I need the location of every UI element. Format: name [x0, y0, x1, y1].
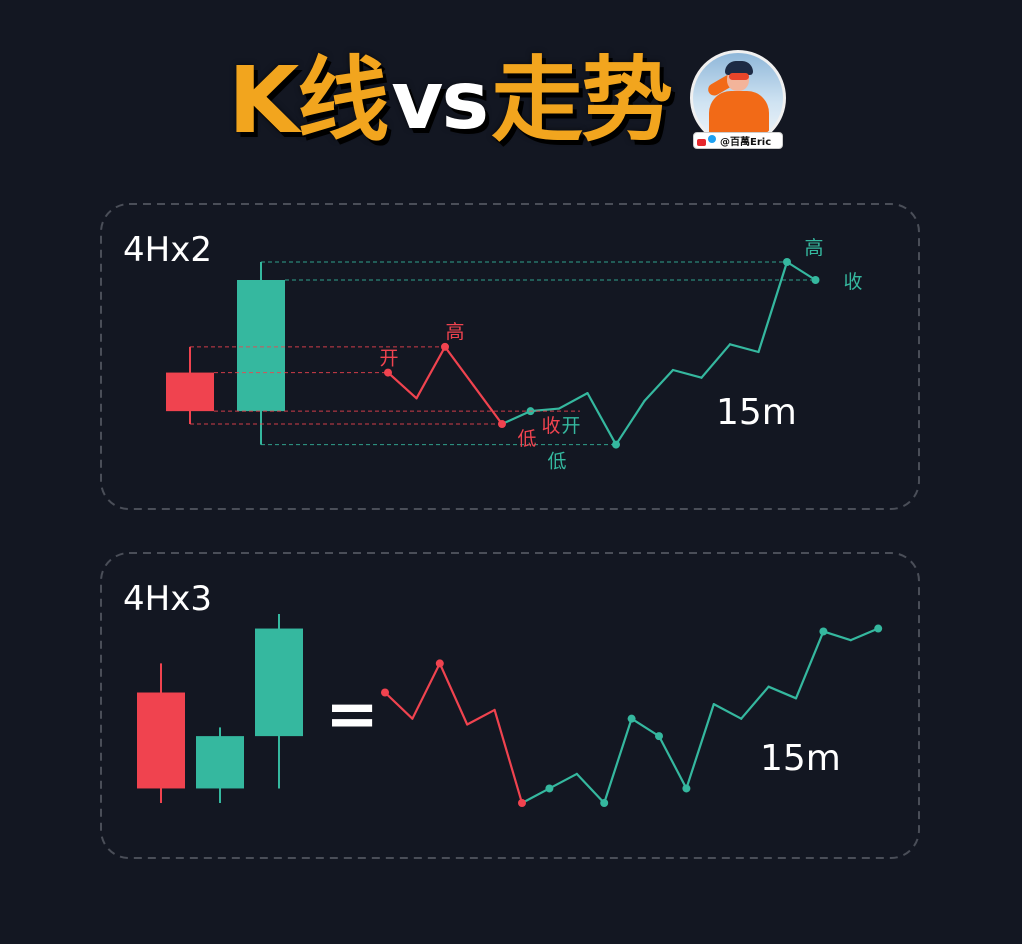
line-segment: [849, 627, 880, 642]
panel-frame: [100, 203, 920, 510]
candle-body: [255, 628, 303, 737]
panel-title: 4Hx2: [123, 230, 212, 270]
panel-4hx3: 4Hx3 15m =: [100, 552, 920, 859]
candle-body: [137, 692, 185, 789]
line-segment: [630, 717, 661, 738]
line-point: [600, 799, 609, 807]
line-point: [518, 799, 526, 807]
line-point: [874, 624, 883, 633]
line-segment: [657, 735, 688, 790]
line-segment: [557, 392, 589, 410]
panel-title: 4Hx3: [123, 579, 212, 619]
candle-body: [166, 372, 214, 412]
line-segment: [548, 772, 578, 790]
point-annotation: 收: [541, 415, 560, 437]
point-annotation: 低: [517, 428, 536, 450]
timeframe-label: 15m: [760, 738, 841, 779]
line-point: [627, 714, 636, 723]
line-segment: [757, 260, 789, 354]
timeframe-label: 15m: [716, 392, 797, 433]
equals-sign: =: [325, 678, 379, 752]
point-annotation: 收: [843, 271, 862, 293]
line-segment: [700, 343, 732, 379]
line-segment: [685, 703, 715, 790]
line-segment: [493, 708, 524, 805]
point-annotation: 低: [547, 451, 566, 473]
point-annotation: 高: [445, 321, 464, 343]
line-segment: [767, 685, 798, 700]
line-segment: [712, 703, 743, 720]
line-segment: [740, 685, 770, 720]
line-segment: [500, 410, 532, 426]
line-segment: [466, 708, 496, 726]
line-segment: [383, 691, 414, 720]
line-segment: [472, 384, 504, 426]
chart-canvas: 4Hx215m开高低收 开低高收 4Hx315m=: [100, 203, 920, 859]
line-segment: [822, 630, 852, 642]
line-segment: [443, 345, 475, 387]
line-segment: [411, 662, 441, 720]
line-point: [682, 784, 691, 793]
line-segment: [575, 772, 606, 805]
line-segment: [614, 399, 646, 446]
line-point: [381, 688, 389, 697]
line-segment: [643, 368, 675, 402]
candle-body: [237, 280, 285, 412]
line-segment: [785, 260, 817, 282]
line-segment: [586, 392, 618, 446]
line-segment: [728, 343, 760, 354]
line-point: [545, 784, 554, 793]
line-point: [655, 732, 663, 741]
panel-4hx2: 4Hx215m开高低收 开低高收: [100, 203, 920, 510]
line-segment: [603, 717, 633, 805]
line-segment: [386, 371, 418, 400]
line-point: [819, 627, 828, 636]
point-annotation: 开: [379, 348, 398, 370]
candle-body: [196, 736, 244, 789]
line-segment: [438, 662, 469, 726]
panel-frame: [100, 552, 920, 859]
line-segment: [415, 345, 447, 400]
line-point: [435, 659, 444, 668]
point-annotation: 开: [561, 415, 580, 437]
point-annotation: 高: [804, 237, 823, 259]
line-segment: [520, 787, 551, 805]
line-segment: [794, 630, 825, 700]
line-segment: [671, 368, 703, 379]
